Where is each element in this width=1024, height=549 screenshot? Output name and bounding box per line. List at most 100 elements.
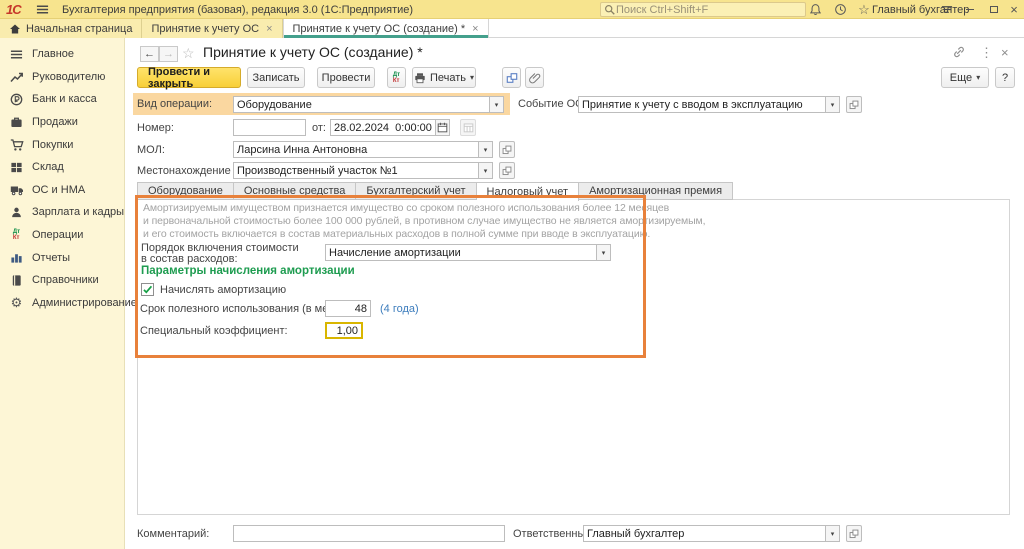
save-button[interactable]: Записать [247,67,305,88]
info-text-line: и первоначальной стоимостью более 100 00… [143,215,705,227]
sidebar-item-bank-cash[interactable]: Банк и касса [0,88,124,111]
favorite-star-icon[interactable]: ☆ [182,45,195,62]
window-close-icon[interactable]: × [1006,0,1022,19]
form-close-icon[interactable]: × [1001,45,1009,60]
truck-icon [9,182,24,197]
history-icon[interactable] [831,0,849,19]
book-icon [9,273,24,288]
useful-life-input[interactable] [325,300,371,317]
cart-icon [9,137,24,152]
date-input[interactable] [330,119,436,136]
attachments-button[interactable] [525,67,544,88]
dt-kt-postings-button[interactable]: ДтКт [387,67,406,88]
trend-chart-icon [9,69,24,84]
tab-document-list[interactable]: Принятие к учету ОС × [142,19,282,38]
operation-input[interactable] [233,96,490,113]
main-menu-icon[interactable] [36,0,49,19]
location-input[interactable] [233,162,479,179]
nav-sidebar: Главное Руководителю Банк и касса Продаж… [0,38,125,549]
useful-life-hint: (4 года) [380,303,419,315]
chevron-down-icon: ▾ [470,73,474,82]
operation-dropdown-button[interactable]: ▾ [489,96,504,113]
tab-close-icon[interactable]: × [472,23,478,35]
responsible-dropdown-button[interactable]: ▾ [825,525,840,542]
search-input[interactable] [616,4,796,16]
related-documents-button[interactable] [502,67,521,88]
bar-chart-icon [9,250,24,265]
app-window: 1С Бухгалтерия предприятия (базовая), ре… [0,0,1024,549]
operation-label: Вид операции: [137,98,212,110]
responsible-input[interactable] [583,525,826,542]
favorites-star-icon[interactable]: ☆ [855,0,873,19]
tab-home[interactable]: Начальная страница [0,19,142,38]
post-button[interactable]: Провести [317,67,375,88]
form-page-tabs: Оборудование Основные средства Бухгалтер… [137,182,733,201]
accrue-depreciation-checkbox[interactable] [141,283,154,296]
date-calendar-button[interactable] [435,119,450,136]
sidebar-item-directories[interactable]: Справочники [0,269,124,292]
more-dots-icon[interactable]: ⋮ [980,45,993,61]
search-box[interactable] [600,2,806,17]
mol-open-button[interactable] [499,141,515,158]
forward-button[interactable]: → [159,46,178,62]
mol-input[interactable] [233,141,479,158]
os-event-dropdown-button[interactable]: ▾ [825,96,840,113]
dt-kt-icon: ДтКт [9,228,24,243]
back-button[interactable]: ← [140,46,159,62]
gear-icon: ⚙ [9,295,24,310]
paperclip-icon [529,72,541,84]
print-button[interactable]: Печать ▾ [412,67,476,88]
post-and-close-button[interactable]: Провести и закрыть [137,67,241,88]
coin-icon [9,92,24,107]
info-text-line: Амортизируемым имуществом признается иму… [143,202,669,214]
number-input[interactable] [233,119,306,136]
os-event-input[interactable] [578,96,826,113]
date-grid-icon[interactable] [460,119,476,136]
os-event-label: Событие ОС: [518,98,586,110]
help-button[interactable]: ? [995,67,1015,88]
person-icon [9,205,24,220]
sidebar-item-operations[interactable]: ДтКт Операции [0,224,124,247]
service-menu-icon[interactable] [938,0,956,19]
window-minimize-icon[interactable] [962,0,978,19]
comment-input[interactable] [233,525,505,542]
sidebar-item-fixed-assets[interactable]: ОС и НМА [0,179,124,202]
comment-label: Комментарий: [137,528,209,540]
tab-accounting[interactable]: Бухгалтерский учет [356,182,476,200]
location-dropdown-button[interactable]: ▾ [478,162,493,179]
briefcase-icon [9,115,24,130]
window-maximize-icon[interactable] [986,0,1002,19]
sidebar-item-warehouse[interactable]: Склад [0,156,124,179]
more-button[interactable]: Еще ▾ [941,67,989,88]
os-event-open-button[interactable] [846,96,862,113]
sidebar-item-sales[interactable]: Продажи [0,111,124,134]
tab-depreciation-bonus[interactable]: Амортизационная премия [579,182,733,200]
info-text-line: и его стоимость включается в состав мате… [143,228,650,240]
tab-label: Принятие к учету ОС [151,23,259,35]
sidebar-item-manager[interactable]: Руководителю [0,66,124,89]
location-open-button[interactable] [499,162,515,179]
sidebar-item-main[interactable]: Главное [0,43,124,66]
tab-close-icon[interactable]: × [266,23,272,35]
tab-tax-accounting[interactable]: Налоговый учет [477,182,580,201]
date-from-label: от: [312,122,326,134]
responsible-open-button[interactable] [846,525,862,542]
accrue-depreciation-label: Начислять амортизацию [160,284,286,296]
tab-document-create-active[interactable]: Принятие к учету ОС (создание) * × [283,19,489,38]
cost-order-dropdown-button[interactable]: ▾ [596,244,611,261]
cost-order-input[interactable] [325,244,597,261]
mol-dropdown-button[interactable]: ▾ [478,141,493,158]
sidebar-item-purchases[interactable]: Покупки [0,133,124,156]
special-coefficient-input[interactable] [325,322,363,339]
sidebar-item-reports[interactable]: Отчеты [0,246,124,269]
tab-equipment[interactable]: Оборудование [137,182,234,200]
get-link-icon[interactable] [952,45,966,59]
depreciation-section-title: Параметры начисления амортизации [141,265,355,277]
related-documents-icon [506,72,518,84]
special-coefficient-label: Специальный коэффициент: [140,325,288,337]
1c-logo: 1С [6,0,21,19]
tab-fixed-assets[interactable]: Основные средства [234,182,357,200]
notifications-bell-icon[interactable] [806,0,824,19]
sidebar-item-administration[interactable]: ⚙ Администрирование [0,292,124,315]
sidebar-item-salary-hr[interactable]: Зарплата и кадры [0,201,124,224]
